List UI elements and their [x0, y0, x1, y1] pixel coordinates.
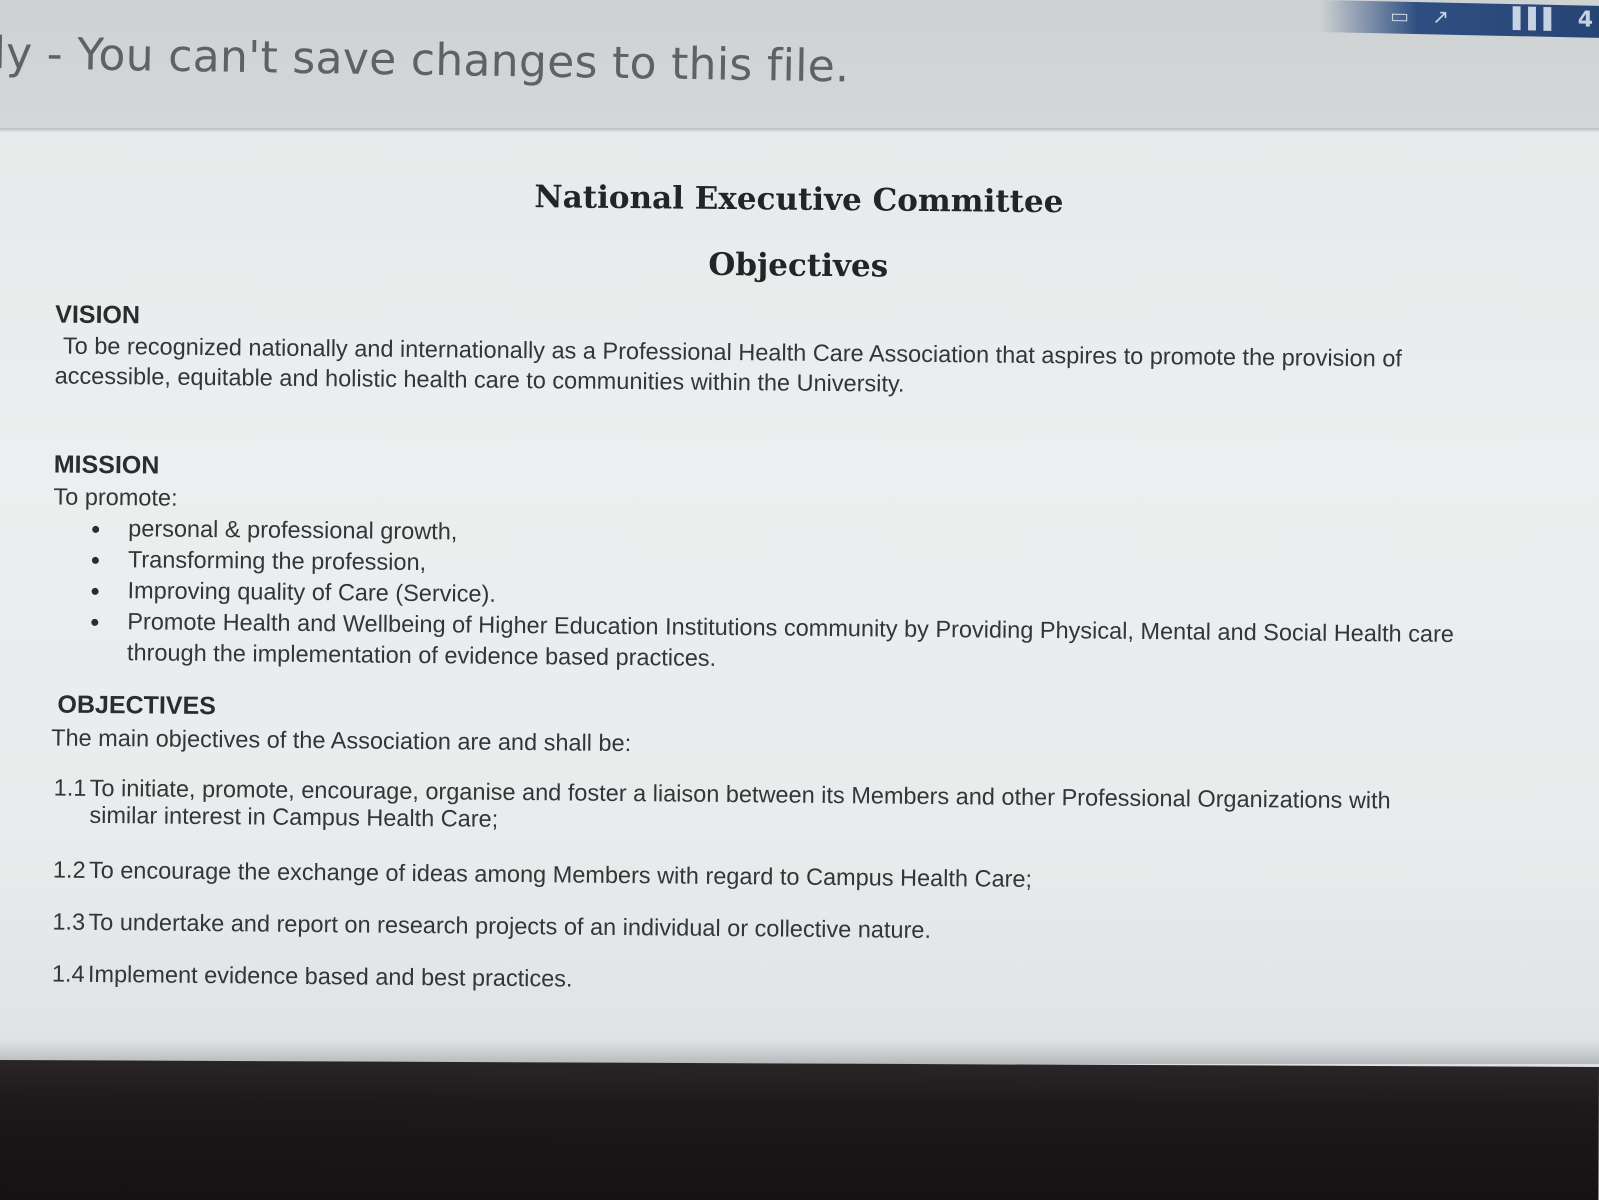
objectives-heading: OBJECTIVES [57, 690, 217, 721]
objective-item: 1.3 To undertake and report on research p… [52, 909, 1492, 950]
battery-icon[interactable]: ▭ [1390, 3, 1409, 27]
objective-item: 1.1 To initiate, promote, encourage, orga… [53, 775, 1493, 843]
taskbar-strip: ▭ ↗ ▌▌▌ 4 [1319, 0, 1599, 38]
monitor-bezel [0, 1060, 1599, 1200]
document-title: National Executive Committee [534, 179, 1064, 221]
mission-heading: MISSION [53, 450, 160, 480]
objective-number: 1.2 [52, 856, 86, 883]
document-page[interactable]: National Executive Committee Objectives … [0, 132, 1599, 1067]
objective-number: 1.3 [52, 908, 86, 935]
document-subtitle: Objectives [708, 246, 889, 285]
objective-number: 1.1 [53, 774, 87, 801]
vision-text: To be recognized nationally and internat… [54, 332, 1402, 397]
mission-item: Promote Health and Wellbeing of Higher E… [91, 606, 1482, 681]
tray-count: 4 [1577, 7, 1593, 33]
objective-text: To undertake and report on research proj… [88, 908, 932, 943]
objective-text: Implement evidence based and best practi… [87, 960, 573, 992]
objective-item: 1.2 To encourage the exchange of ideas am… [53, 857, 1493, 898]
signal-bars-icon[interactable]: ▌▌▌ [1513, 6, 1559, 31]
network-icon[interactable]: ↗ [1432, 4, 1449, 28]
objective-item: 1.4 Implement evidence based and best pra… [52, 961, 1492, 1002]
objectives-intro: The main objectives of the Association a… [51, 724, 632, 757]
vision-heading: VISION [55, 300, 141, 330]
document-content: National Executive Committee Objectives … [0, 132, 1599, 1082]
screen: ly - You can't save changes to this file… [0, 0, 1599, 1200]
mission-list: personal & professional growth, Transfor… [91, 513, 1482, 681]
objective-number: 1.4 [51, 960, 85, 987]
read-only-message: ly - You can't save changes to this file… [0, 28, 850, 93]
objective-text: To encourage the exchange of ideas among… [88, 856, 1033, 892]
